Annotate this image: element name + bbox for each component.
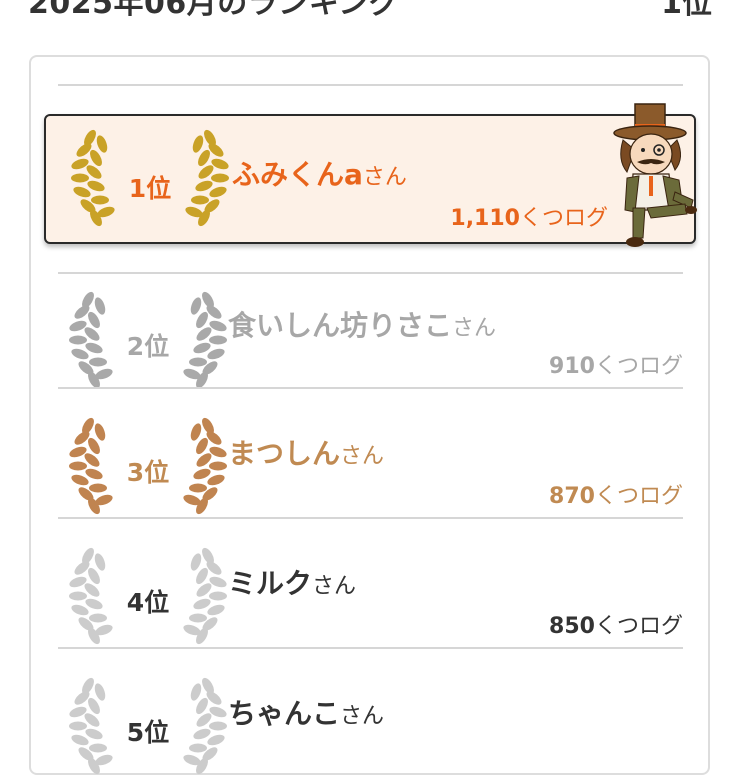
points-value: 910	[549, 354, 595, 379]
points-unit: くつログ	[594, 484, 683, 509]
user-name-text: まつしん	[228, 437, 341, 470]
honorific: さん	[340, 704, 385, 729]
honorific: さん	[312, 574, 357, 599]
rank-label: 4位	[126, 588, 170, 617]
points: 870くつログ	[549, 478, 683, 510]
user-name-text: ふみくんa	[232, 158, 363, 191]
honorific: さん	[340, 444, 385, 469]
honorific: さん	[362, 165, 407, 190]
points: 910くつログ	[549, 348, 683, 380]
honorific: さん	[452, 316, 497, 341]
points: 1,110くつログ	[450, 200, 608, 232]
rank-label: 1位	[128, 174, 172, 203]
points-value: 1,110	[450, 206, 520, 231]
points: 850くつログ	[549, 608, 683, 640]
user-name-text: 食いしん坊りさこ	[228, 309, 453, 342]
ranking-row-1[interactable]: 1位 ふみくんaさん 1,110くつログ	[44, 114, 696, 244]
divider	[58, 84, 683, 86]
ranking-row-2[interactable]: 2位 食いしん坊りさこさん 910くつログ	[58, 272, 683, 402]
user-name[interactable]: ミルクさん	[228, 562, 356, 602]
rank-label: 2位	[126, 332, 170, 361]
points-value: 870	[549, 484, 595, 509]
page-title: 2025年06月のランキング	[28, 0, 400, 21]
user-name-text: ちゃんこ	[228, 697, 341, 730]
page-header: 2025年06月のランキング 1位	[0, 0, 740, 40]
ranking-row-5[interactable]: 5位 ちゃんこさん	[58, 647, 683, 777]
ranking-row-4[interactable]: 4位 ミルクさん 850くつログ	[58, 517, 683, 647]
rank-label: 5位	[126, 718, 170, 747]
detective-mascot-icon	[605, 100, 700, 250]
points-value: 850	[549, 614, 595, 639]
my-rank-label: 1位	[661, 0, 712, 21]
ranking-row-3[interactable]: 3位 まつしんさん 870くつログ	[58, 387, 683, 517]
user-name[interactable]: 食いしん坊りさこさん	[228, 304, 496, 344]
points-unit: くつログ	[519, 206, 608, 231]
points-unit: くつログ	[594, 354, 683, 379]
rank-label: 3位	[126, 458, 170, 487]
user-name[interactable]: ちゃんこさん	[228, 692, 384, 732]
points-unit: くつログ	[594, 614, 683, 639]
user-name[interactable]: まつしんさん	[228, 432, 384, 472]
user-name-text: ミルク	[228, 567, 313, 600]
user-name[interactable]: ふみくんaさん	[232, 153, 407, 193]
